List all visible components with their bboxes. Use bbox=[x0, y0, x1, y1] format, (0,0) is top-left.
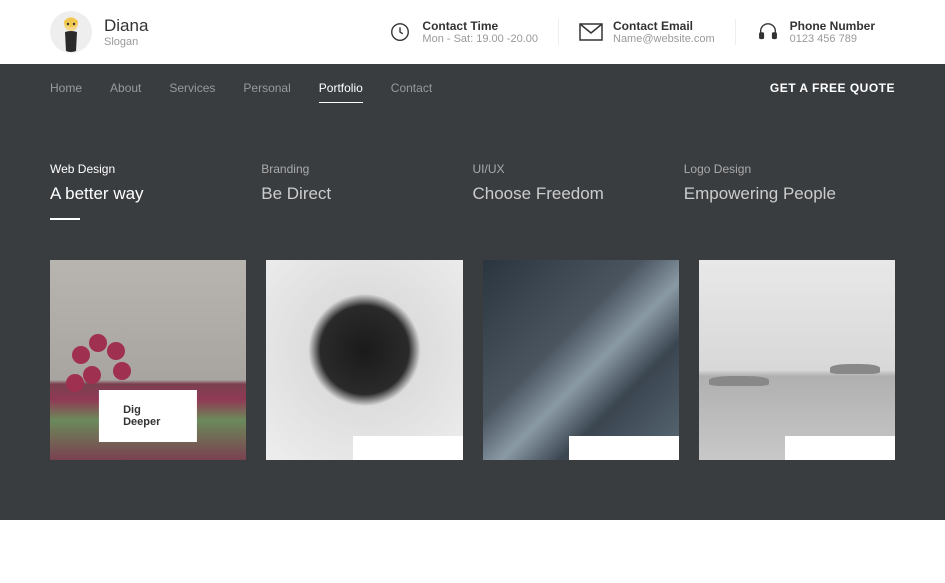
cta-button[interactable]: GET A FREE QUOTE bbox=[770, 81, 895, 95]
clock-icon bbox=[388, 20, 412, 44]
contact-value: Name@website.com bbox=[613, 33, 715, 45]
tab-category: UI/UX bbox=[473, 162, 664, 176]
nav-item-personal[interactable]: Personal bbox=[243, 65, 290, 111]
card-label: Dig Deeper bbox=[99, 390, 197, 442]
avatar bbox=[50, 11, 92, 53]
contact-group: Contact Time Mon - Sat: 19.00 -20.00 Con… bbox=[368, 19, 895, 45]
tab-category: Branding bbox=[261, 162, 452, 176]
tab-category: Logo Design bbox=[684, 162, 875, 176]
tab-category: Web Design bbox=[50, 162, 241, 176]
headset-icon bbox=[756, 20, 780, 44]
contact-email: Contact Email Name@website.com bbox=[558, 19, 735, 45]
tab-title: Choose Freedom bbox=[473, 184, 664, 204]
tab-title: Empowering People bbox=[684, 184, 875, 204]
card-label bbox=[569, 436, 679, 460]
contact-time: Contact Time Mon - Sat: 19.00 -20.00 bbox=[368, 19, 558, 45]
tab-underline bbox=[50, 218, 80, 220]
portfolio-tabs: Web Design A better way Branding Be Dire… bbox=[50, 162, 895, 220]
portfolio-card[interactable] bbox=[699, 260, 895, 460]
nav-item-home[interactable]: Home bbox=[50, 65, 82, 111]
brand-slogan: Slogan bbox=[104, 36, 148, 48]
card-label bbox=[785, 436, 895, 460]
nav-item-about[interactable]: About bbox=[110, 65, 141, 111]
tab-web-design[interactable]: Web Design A better way bbox=[50, 162, 261, 220]
nav-item-contact[interactable]: Contact bbox=[391, 65, 432, 111]
contact-label: Contact Time bbox=[422, 19, 538, 33]
nav: Home About Services Personal Portfolio C… bbox=[0, 64, 945, 112]
brand-name: Diana bbox=[104, 16, 148, 36]
contact-value: Mon - Sat: 19.00 -20.00 bbox=[422, 33, 538, 45]
portfolio-card[interactable] bbox=[483, 260, 679, 460]
contact-phone: Phone Number 0123 456 789 bbox=[735, 19, 895, 45]
nav-item-portfolio[interactable]: Portfolio bbox=[319, 65, 363, 111]
tab-logo-design[interactable]: Logo Design Empowering People bbox=[684, 162, 895, 220]
nav-item-services[interactable]: Services bbox=[169, 65, 215, 111]
brand[interactable]: Diana Slogan bbox=[50, 11, 368, 53]
portfolio-card[interactable]: Dig Deeper bbox=[50, 260, 246, 460]
portfolio-section: Web Design A better way Branding Be Dire… bbox=[0, 112, 945, 520]
nav-items: Home About Services Personal Portfolio C… bbox=[50, 65, 770, 111]
portfolio-grid: Dig Deeper bbox=[50, 260, 895, 460]
header: Diana Slogan Contact Time Mon - Sat: 19.… bbox=[0, 0, 945, 64]
portfolio-card[interactable] bbox=[266, 260, 462, 460]
card-label bbox=[353, 436, 463, 460]
contact-label: Contact Email bbox=[613, 19, 715, 33]
tab-branding[interactable]: Branding Be Direct bbox=[261, 162, 472, 220]
contact-label: Phone Number bbox=[790, 19, 875, 33]
tab-title: Be Direct bbox=[261, 184, 452, 204]
mail-icon bbox=[579, 20, 603, 44]
avatar-icon bbox=[50, 11, 92, 53]
contact-value: 0123 456 789 bbox=[790, 33, 875, 45]
tab-title: A better way bbox=[50, 184, 241, 204]
tab-uiux[interactable]: UI/UX Choose Freedom bbox=[473, 162, 684, 220]
